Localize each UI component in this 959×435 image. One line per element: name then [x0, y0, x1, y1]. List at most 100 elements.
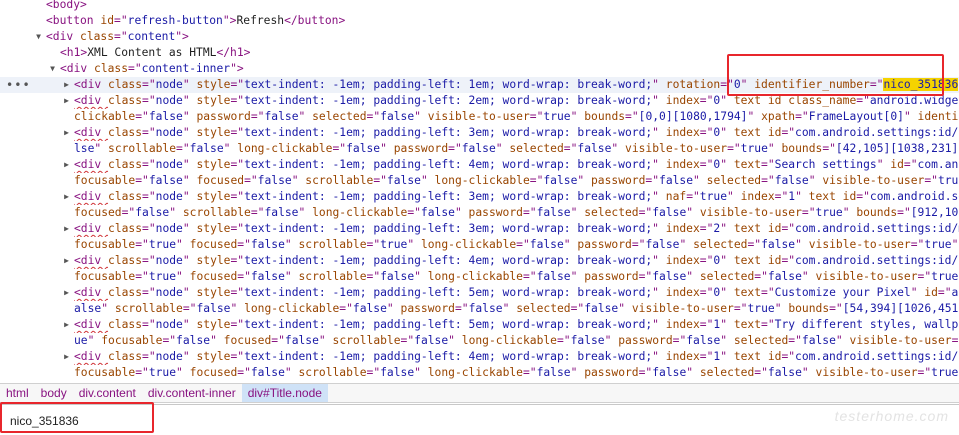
markup-token-tag: " [176, 238, 190, 251]
breadcrumb-item[interactable]: html [0, 384, 35, 402]
markup-token-tag: =" [121, 206, 136, 219]
markup-token-tag: =" [135, 270, 149, 283]
markup-token-tag: " [876, 158, 891, 171]
breadcrumb-item[interactable]: div#Title.node [241, 384, 328, 402]
dom-tree-line[interactable]: focused="false" scrollable="false" long-… [0, 205, 959, 221]
markup-token-attr-val: text-indent: -1em; padding-left: 1em; wo… [244, 78, 653, 91]
dom-tree-line[interactable]: ▶ <div class="node" style="text-indent: -… [0, 349, 959, 365]
markup-token-attr-name: index [665, 94, 700, 107]
breadcrumb-item[interactable]: div.content [73, 384, 142, 402]
expand-triangle-icon[interactable]: ▶ [62, 189, 71, 205]
markup-token-attr-name: index [665, 254, 700, 267]
markup-token-tag: =" [142, 254, 156, 267]
markup-token-attr-name: visible-to-user [815, 270, 918, 283]
markup-token-tag: <button [46, 14, 101, 27]
expand-triangle-icon[interactable]: ▶ [62, 221, 71, 237]
dom-tree-line[interactable]: ▶ <div class="node" style="text-indent: -… [0, 157, 959, 173]
markup-token-tag: <div [46, 30, 81, 43]
dom-tree-line[interactable]: ▶ <div class="node" style="text-indent: -… [0, 253, 959, 269]
markup-token-attr-name: class [108, 78, 143, 91]
markup-token-attr-val: false [761, 238, 796, 251]
expand-triangle-icon[interactable]: ▶ [62, 317, 71, 333]
markup-token-attr-name: visible-to-user [822, 174, 925, 187]
expand-triangle-icon[interactable]: ▶ [62, 253, 71, 269]
markup-token-tag: =" [720, 78, 734, 91]
dom-tree-line[interactable]: ▼ <div class="content-inner"> [0, 61, 959, 77]
markup-token-attr-val: false [420, 206, 455, 219]
markup-token-tag: " [182, 190, 197, 203]
dom-tree-line[interactable]: <button id="refresh-button">Refresh</but… [0, 13, 959, 29]
markup-token-attr-val: Customize your Pixel [774, 286, 911, 299]
markup-token-tag: " [182, 350, 197, 363]
dom-tree-line[interactable]: focusable="true" focused="false" scrolla… [0, 237, 959, 253]
markup-token-tag: " [182, 318, 197, 331]
dom-tree-line[interactable]: ▶ <div class="node" style="text-indent: -… [0, 221, 959, 237]
markup-token-tag: </button> [284, 14, 346, 27]
collapse-triangle-icon[interactable]: ▼ [48, 61, 57, 77]
markup-token-attr-val: com.androi [917, 158, 959, 171]
dom-tree-line[interactable]: <body> [0, 0, 959, 13]
dom-tree-line[interactable]: ▶ <div class="node" style="text-indent: -… [0, 317, 959, 333]
expand-triangle-icon[interactable]: ▶ [62, 77, 71, 93]
expand-triangle-icon[interactable]: ▶ [62, 285, 71, 301]
markup-token-tag: =" [781, 254, 796, 267]
dom-tree-line[interactable]: ▶ <div class="node" style="text-indent: -… [0, 189, 959, 205]
expand-triangle-icon[interactable]: ▶ [62, 125, 71, 141]
dom-node-markup: <div class="node" style="text-indent: -1… [74, 93, 959, 109]
dom-tree-line[interactable]: ▶ <div class="node" style="text-indent: -… [0, 125, 959, 141]
collapse-triangle-icon[interactable]: ▼ [34, 29, 43, 45]
markup-token-tag: =" [754, 270, 768, 283]
dom-tree-line[interactable]: clickable="false" password="false" selec… [0, 109, 959, 125]
markup-token-tag: " [570, 270, 585, 283]
markup-token-tag: " [176, 366, 190, 379]
breadcrumb-item[interactable]: body [35, 384, 73, 402]
search-input[interactable] [6, 411, 910, 430]
markup-token-attr-val: node [155, 78, 183, 91]
markup-token-attr-name: text id [733, 222, 782, 235]
markup-token-tag: <body> [46, 0, 87, 11]
markup-token-tag: =" [230, 190, 245, 203]
dom-tree-line[interactable]: ••• ▶ <div class="node" style="text-indent… [0, 77, 959, 93]
expand-triangle-icon[interactable]: ▶ [62, 157, 71, 173]
dom-tree-line[interactable]: focusable="false" focused="false" scroll… [0, 173, 959, 189]
expand-triangle-icon[interactable]: ▶ [62, 349, 71, 365]
more-options-icon[interactable]: ••• [6, 77, 31, 93]
markup-token-attr-name: text id class_name [733, 94, 857, 107]
dom-tree-line[interactable]: focusable="true" focused="false" scrolla… [0, 365, 959, 381]
markup-token-attr-name: index [665, 350, 700, 363]
markup-token-attr-name: style [196, 78, 231, 91]
markup-token-attr-name: selected [699, 366, 755, 379]
markup-token-attr-val: false [645, 238, 680, 251]
markup-token-attr-val: false [346, 142, 381, 155]
markup-token-tag: =" [570, 302, 585, 315]
dom-tree-line[interactable]: focusable="true" focused="false" scrolla… [0, 269, 959, 285]
dom-tree-line[interactable]: alse" scrollable="false" long-clickable=… [0, 301, 959, 317]
markup-token-attr-val: false [659, 174, 694, 187]
markup-token-tag: =" [699, 94, 714, 107]
markup-token-attr-name: class [108, 254, 143, 267]
dom-tree-line[interactable]: ▼ <div class="content"> [0, 29, 959, 45]
markup-token-attr-name: focused [196, 174, 245, 187]
markup-token-tag: =" [529, 110, 544, 123]
markup-token-tag: =" [795, 110, 809, 123]
dom-tree-line[interactable]: ue" focusable="false" focused="false" sc… [0, 333, 959, 349]
breadcrumb-item[interactable]: div.content-inner [142, 384, 242, 402]
markup-token-attr-name: style [196, 94, 231, 107]
markup-token-tag: =" [142, 94, 156, 107]
markup-token-tag: =" [781, 222, 796, 235]
markup-token-attr-name: style [196, 350, 231, 363]
markup-token-tag: =" [407, 206, 421, 219]
markup-token-attr-name: clickable [74, 110, 136, 123]
dom-tree-line[interactable]: ▶ <div class="node" style="text-indent: -… [0, 93, 959, 109]
elements-tree[interactable]: <body> <button id="refresh-button">Refres… [0, 0, 959, 383]
markup-token-attr-val: false [148, 110, 183, 123]
dom-tree-line[interactable]: <h1>XML Content as HTML</h1> [0, 45, 959, 61]
markup-token-tag: =" [128, 62, 142, 75]
markup-token-tag: " [652, 126, 666, 139]
markup-token-attr-val: text-indent: -1em; padding-left: 4em; wo… [244, 158, 653, 171]
dom-tree-line[interactable]: lse" scrollable="false" long-clickable="… [0, 141, 959, 157]
dom-tree-line[interactable]: ▶ <div class="node" style="text-indent: -… [0, 285, 959, 301]
markup-token-attr-name: focusable [74, 366, 136, 379]
expand-triangle-icon[interactable]: ▶ [62, 93, 71, 109]
markup-token-tag: =" [747, 238, 762, 251]
